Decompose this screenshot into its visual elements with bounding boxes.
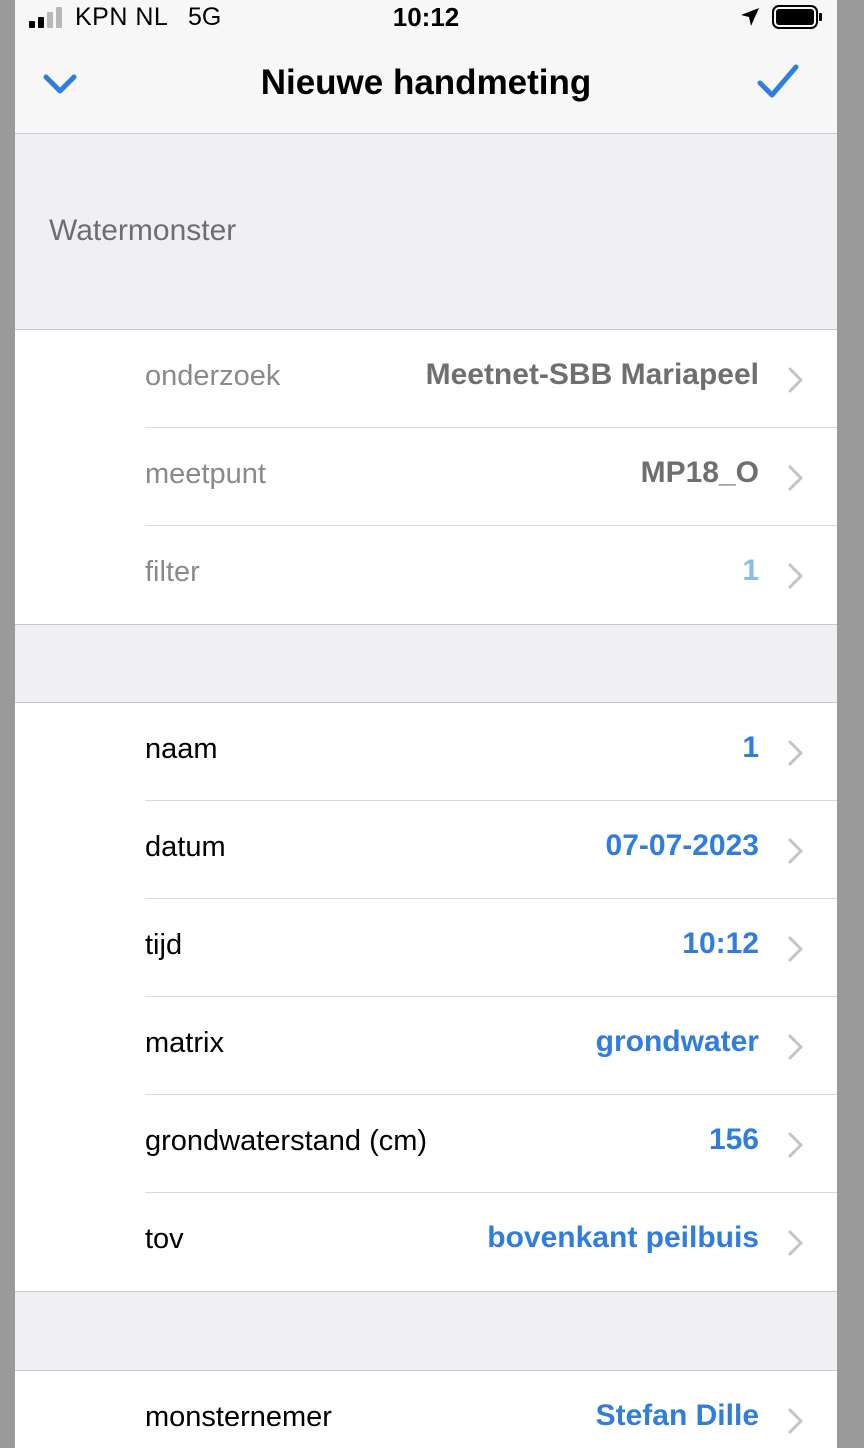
- row-value: MP18_O: [640, 456, 759, 489]
- row-value: Stefan Dille: [595, 1399, 759, 1432]
- chevron-right-icon: [788, 1408, 803, 1434]
- chevron-right-icon: [788, 1132, 803, 1158]
- status-bar: KPN NL 5G 10:12: [15, 0, 837, 36]
- row-grondwaterstand[interactable]: grondwaterstand (cm) 156: [15, 1095, 837, 1193]
- row-label: filter: [145, 556, 200, 588]
- row-value: 1: [742, 554, 759, 587]
- page-title: Nieuwe handmeting: [260, 63, 592, 102]
- row-value: 07-07-2023: [605, 829, 759, 862]
- row-datum[interactable]: datum 07-07-2023: [15, 801, 837, 899]
- row-label: tov: [145, 1223, 184, 1255]
- row-label: onderzoek: [145, 360, 281, 392]
- row-value: grondwater: [595, 1025, 759, 1058]
- row-naam[interactable]: naam 1: [15, 703, 837, 801]
- row-tov[interactable]: tov bovenkant peilbuis: [15, 1193, 837, 1291]
- row-label: grondwaterstand (cm): [145, 1125, 428, 1157]
- chevron-right-icon: [788, 838, 803, 864]
- row-meetpunt[interactable]: meetpunt MP18_O: [15, 428, 837, 526]
- section-title-watermonster: Watermonster: [49, 214, 237, 247]
- measurement-group: naam 1 datum 07-07-2023 tijd 10:12 matri…: [15, 702, 837, 1292]
- row-label: matrix: [145, 1027, 224, 1059]
- chevron-right-icon: [788, 465, 803, 491]
- battery-icon: [772, 5, 822, 29]
- sampler-group: monsternemer Stefan Dille: [15, 1370, 837, 1448]
- row-value: 10:12: [682, 927, 759, 960]
- navigation-bar: Nieuwe handmeting: [15, 36, 837, 134]
- row-filter[interactable]: filter 1: [15, 526, 837, 624]
- sample-info-group: onderzoek Meetnet-SBB Mariapeel meetpunt…: [15, 329, 837, 625]
- chevron-right-icon: [788, 936, 803, 962]
- section-header: Watermonster: [15, 134, 837, 329]
- status-time: 10:12: [392, 2, 460, 32]
- row-matrix[interactable]: matrix grondwater: [15, 997, 837, 1095]
- row-value: bovenkant peilbuis: [487, 1221, 759, 1254]
- row-value: 156: [708, 1123, 759, 1156]
- row-label: datum: [145, 831, 226, 863]
- row-label: monsternemer: [145, 1401, 332, 1433]
- row-tijd[interactable]: tijd 10:12: [15, 899, 837, 997]
- app-screen: KPN NL 5G 10:12 Nieuwe handmeting Waterm…: [15, 0, 837, 1448]
- row-label: naam: [145, 733, 218, 765]
- row-label: tijd: [145, 929, 183, 961]
- chevron-right-icon: [788, 1034, 803, 1060]
- location-arrow-icon: [741, 8, 759, 26]
- checkmark-icon[interactable]: [755, 62, 801, 102]
- row-value: 1: [742, 731, 759, 764]
- chevron-right-icon: [788, 367, 803, 393]
- row-monsternemer[interactable]: monsternemer Stefan Dille: [15, 1371, 837, 1448]
- chevron-right-icon: [788, 1230, 803, 1256]
- chevron-right-icon: [788, 740, 803, 766]
- row-onderzoek[interactable]: onderzoek Meetnet-SBB Mariapeel: [15, 330, 837, 428]
- row-value: Meetnet-SBB Mariapeel: [425, 358, 759, 391]
- row-label: meetpunt: [145, 458, 266, 490]
- chevron-right-icon: [788, 563, 803, 589]
